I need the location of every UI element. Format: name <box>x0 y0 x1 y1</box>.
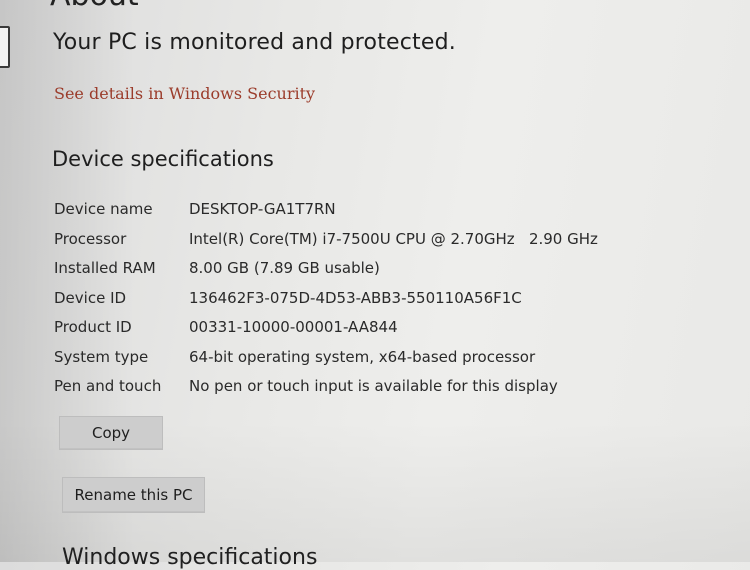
spec-label: Installed RAM <box>54 259 156 277</box>
rename-pc-button[interactable]: Rename this PC <box>62 477 205 513</box>
spec-value: DESKTOP-GA1T7RN <box>189 200 336 218</box>
spec-label: System type <box>54 347 149 366</box>
spec-label: Product ID <box>54 318 132 336</box>
copy-button[interactable]: Copy <box>59 416 163 450</box>
spec-value: 00331-10000-00001-AA844 <box>189 318 398 336</box>
spec-row-installed-ram: Installed RAM 8.00 GB (7.89 GB usable) <box>54 255 614 285</box>
windows-security-link[interactable]: See details in Windows Security <box>54 84 315 103</box>
spec-row-processor: Processor Intel(R) Core(TM) i7-7500U CPU… <box>54 226 614 256</box>
page-title: About <box>50 0 139 13</box>
device-specifications-list: Device name DESKTOP-GA1T7RN Processor In… <box>54 196 614 403</box>
spec-row-device-name: Device name DESKTOP-GA1T7RN <box>54 196 614 226</box>
spec-row-pen-and-touch: Pen and touch No pen or touch input is a… <box>54 373 614 403</box>
spec-label: Device name <box>54 200 153 218</box>
spec-value: 136462F3-075D-4D53-ABB3-550110A56F1C <box>189 288 522 307</box>
device-specifications-title: Device specifications <box>52 147 274 171</box>
spec-label: Pen and touch <box>54 377 162 395</box>
protection-status-text: Your PC is monitored and protected. <box>53 30 456 55</box>
spec-row-product-id: Product ID 00331-10000-00001-AA844 <box>54 314 614 344</box>
spec-label: Device ID <box>54 288 127 307</box>
windows-specifications-title: Windows specifications <box>62 545 318 570</box>
sidebar-edge <box>0 26 10 68</box>
spec-value: No pen or touch input is available for t… <box>189 377 558 395</box>
spec-value: Intel(R) Core(TM) i7-7500U CPU @ 2.70GHz… <box>189 229 598 248</box>
spec-value: 64-bit operating system, x64-based proce… <box>189 347 536 366</box>
spec-value: 8.00 GB (7.89 GB usable) <box>189 259 380 277</box>
spec-row-device-id: Device ID 136462F3-075D-4D53-ABB3-550110… <box>54 285 614 315</box>
spec-label: Processor <box>54 229 127 248</box>
spec-row-system-type: System type 64-bit operating system, x64… <box>54 344 614 374</box>
